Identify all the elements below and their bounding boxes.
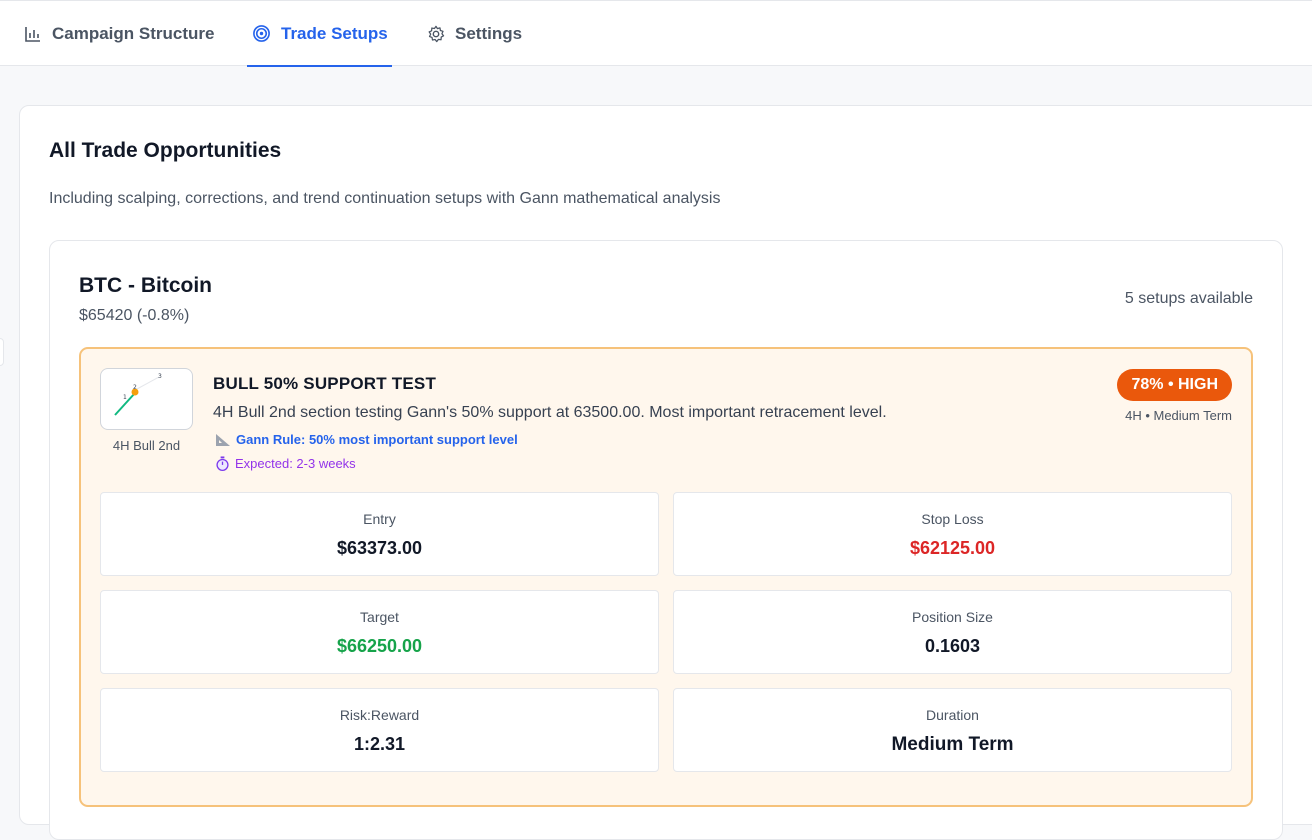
metric-value: $66250.00 xyxy=(336,636,423,656)
thumbnail-label: 4H Bull 2nd xyxy=(112,438,181,453)
page-title: All Trade Opportunities xyxy=(49,139,282,162)
gann-rule: Gann Rule: 50% most important support le… xyxy=(215,432,518,447)
metric-position-size: Position Size 0.1603 xyxy=(673,590,1232,674)
metric-value: Medium Term xyxy=(891,734,1014,755)
tab-settings[interactable]: Settings xyxy=(427,1,522,66)
target-icon xyxy=(253,25,270,42)
setup-title: BULL 50% SUPPORT TEST xyxy=(213,374,437,393)
expected-text: Expected: 2-3 weeks xyxy=(235,456,356,471)
triangle-ruler-icon xyxy=(216,433,230,446)
setups-count: 5 setups available xyxy=(1124,290,1253,307)
tab-trade-setups[interactable]: Trade Setups xyxy=(247,1,392,67)
gann-rule-text: Gann Rule: 50% most important support le… xyxy=(236,432,518,447)
timeframe-label: 4H • Medium Term xyxy=(1125,408,1232,423)
asset-price: $65420 (-0.8%) xyxy=(79,307,190,324)
setup-thumbnail: 1 2 3 xyxy=(100,368,193,430)
svg-text:1: 1 xyxy=(123,394,127,401)
metric-label: Position Size xyxy=(912,609,993,625)
metric-label: Duration xyxy=(926,707,979,723)
metric-label: Entry xyxy=(363,511,396,527)
metric-value: $63373.00 xyxy=(336,538,423,558)
confidence-badge: 78% • HIGH xyxy=(1117,369,1232,401)
metric-label: Target xyxy=(360,609,399,625)
page-subtitle: Including scalping, corrections, and tre… xyxy=(49,190,721,207)
metric-risk-reward: Risk:Reward 1:2.31 xyxy=(100,688,659,772)
bar-chart-icon xyxy=(25,26,40,42)
tab-campaign-structure[interactable]: Campaign Structure xyxy=(24,1,214,66)
stopwatch-icon xyxy=(216,456,229,471)
metric-stop-loss: Stop Loss $62125.00 xyxy=(673,492,1232,576)
metric-label: Stop Loss xyxy=(921,511,984,527)
asset-name: BTC - Bitcoin xyxy=(79,274,212,297)
expected-duration: Expected: 2-3 weeks xyxy=(215,456,356,471)
metric-value: 0.1603 xyxy=(924,636,981,656)
metric-value: 1:2.31 xyxy=(353,734,406,754)
svg-text:2: 2 xyxy=(133,384,137,391)
metric-target: Target $66250.00 xyxy=(100,590,659,674)
gear-icon xyxy=(428,25,445,42)
tab-label: Settings xyxy=(455,23,523,43)
metric-duration: Duration Medium Term xyxy=(673,688,1232,772)
tab-label: Campaign Structure xyxy=(52,23,215,43)
setup-description: 4H Bull 2nd section testing Gann's 50% s… xyxy=(213,404,887,421)
tab-label: Trade Setups xyxy=(281,23,388,43)
side-handle[interactable] xyxy=(0,338,4,366)
tab-bar: Campaign Structure Trade Setups Settings xyxy=(0,0,1312,67)
svg-text:3: 3 xyxy=(158,373,162,380)
metric-value: $62125.00 xyxy=(909,538,996,558)
mini-chart-icon: 1 2 3 xyxy=(114,373,162,416)
metric-entry: Entry $63373.00 xyxy=(100,492,659,576)
metric-label: Risk:Reward xyxy=(339,707,420,723)
